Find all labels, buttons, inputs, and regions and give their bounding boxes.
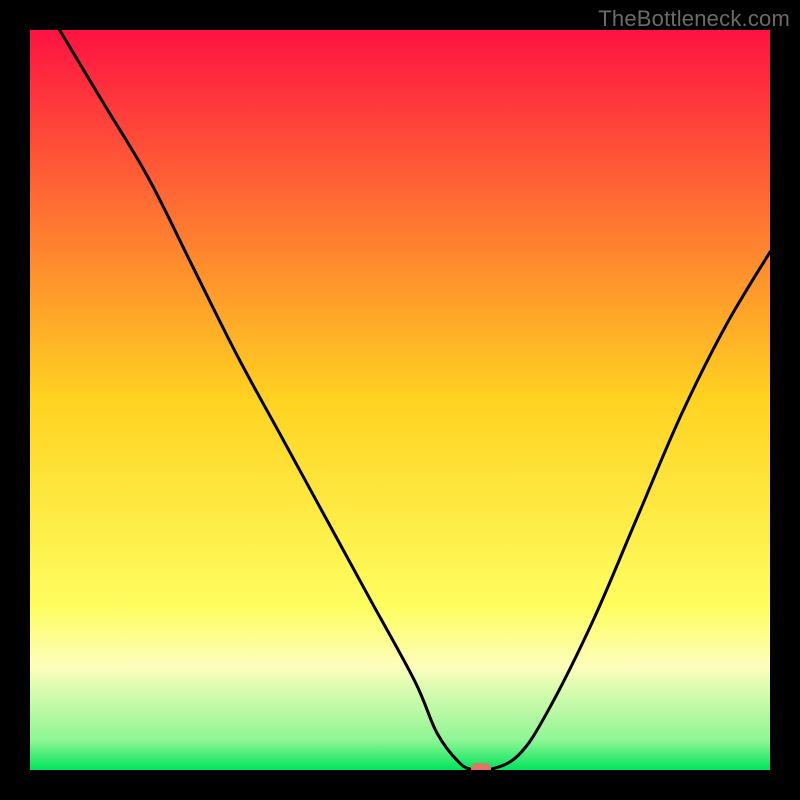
chart-svg: [30, 30, 770, 770]
watermark-text: TheBottleneck.com: [598, 6, 790, 32]
plot-area: [30, 30, 770, 770]
optimal-marker: [471, 763, 491, 770]
gradient-background: [30, 30, 770, 770]
chart-frame: TheBottleneck.com: [0, 0, 800, 800]
